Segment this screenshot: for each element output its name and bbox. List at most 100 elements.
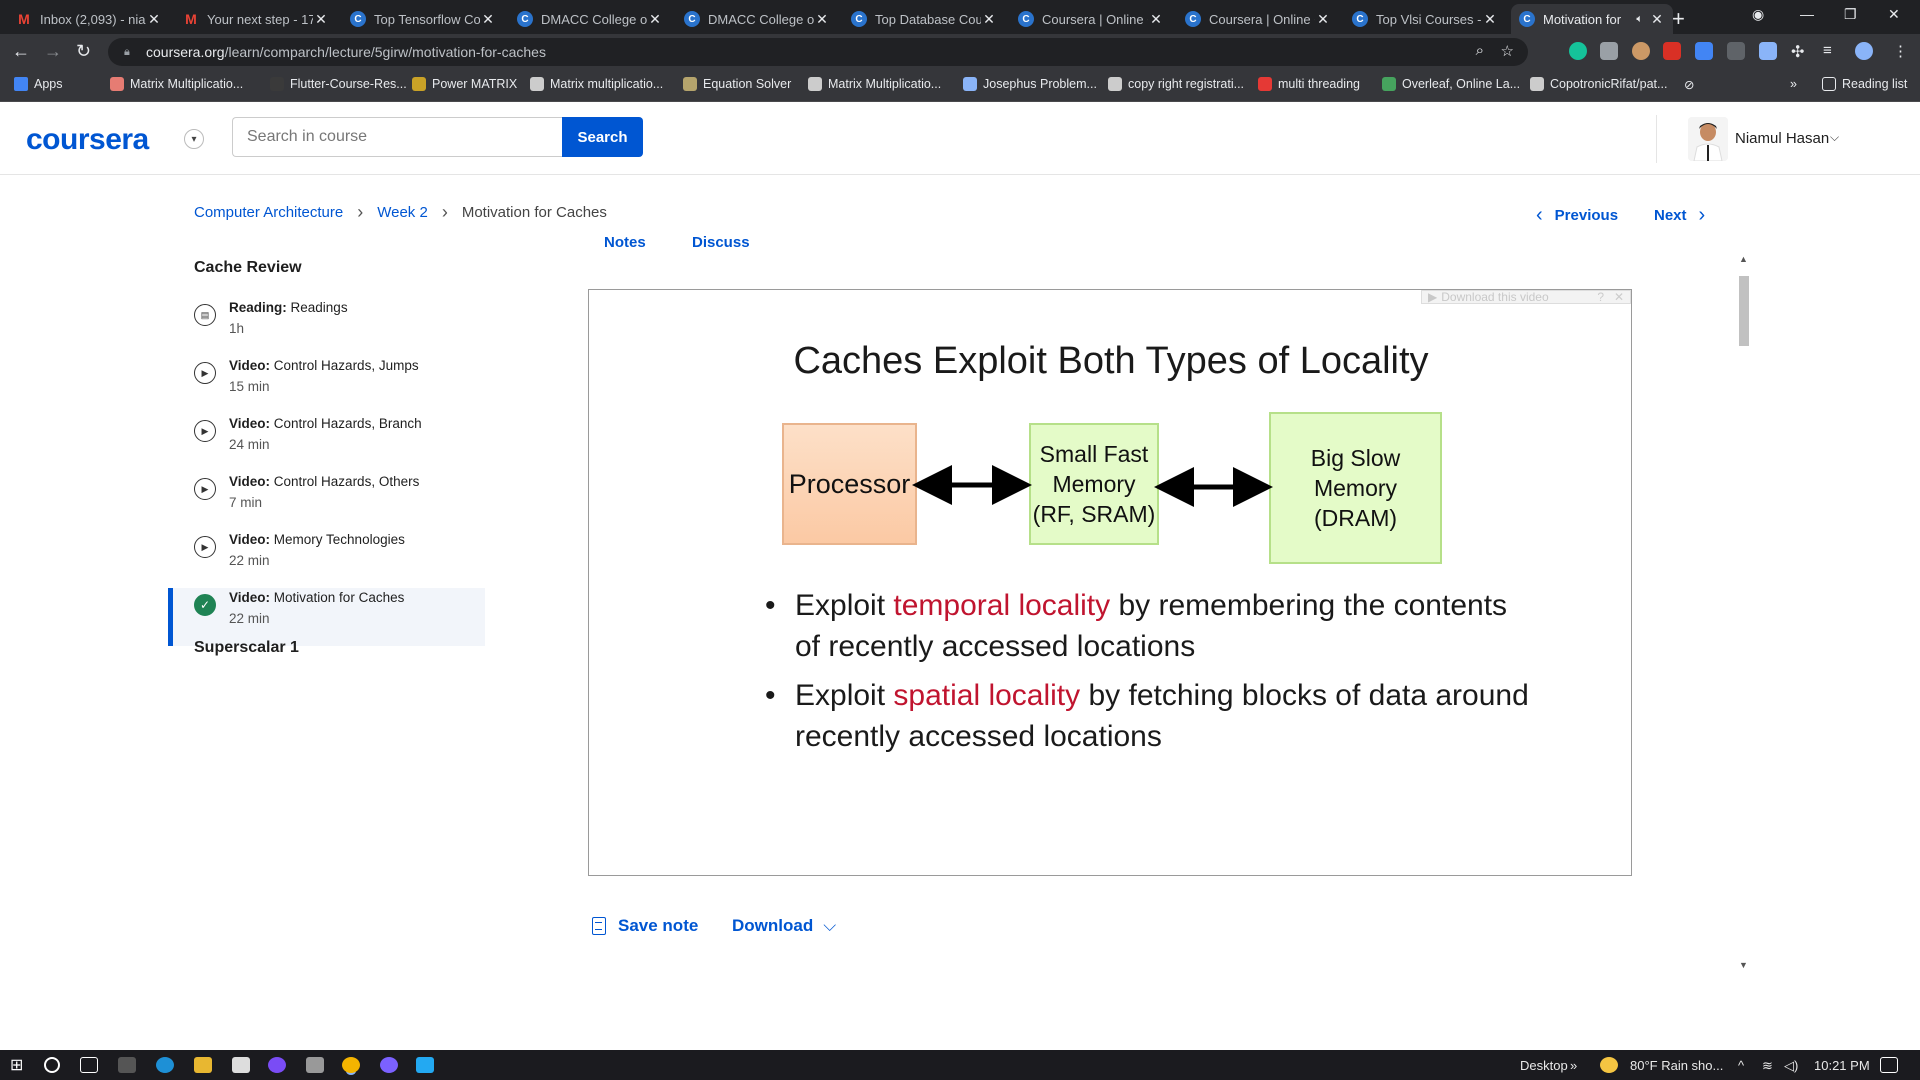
search-button[interactable]: Search	[562, 117, 643, 157]
app-icon[interactable]	[306, 1057, 324, 1073]
wifi-icon[interactable]: ≋	[1762, 1058, 1773, 1074]
download-extension-icon[interactable]	[1695, 42, 1713, 60]
extension-icon[interactable]	[1663, 42, 1681, 60]
course-search-input[interactable]	[232, 117, 562, 157]
close-tab-icon[interactable]: ✕	[1649, 11, 1665, 28]
mail-icon[interactable]	[232, 1057, 250, 1073]
sidebar-item[interactable]: ▤ Reading: Readings 1h	[168, 298, 485, 356]
profile-avatar-icon[interactable]	[1855, 42, 1873, 60]
task-view-icon[interactable]	[80, 1057, 98, 1073]
desktop-toolbar-label[interactable]: Desktop	[1520, 1058, 1568, 1073]
reload-icon[interactable]: ↻	[76, 41, 91, 62]
more-bookmarks-icon[interactable]: »	[1790, 77, 1797, 91]
bookmark-globe-icon[interactable]: ⊘	[1684, 77, 1694, 92]
bookmark-item[interactable]: Power MATRIX	[412, 77, 517, 91]
scrollbar-thumb[interactable]	[1739, 276, 1749, 346]
reading-list-button[interactable]: Reading list	[1822, 77, 1907, 91]
forward-icon[interactable]: →	[44, 41, 62, 62]
search-icon[interactable]	[44, 1057, 60, 1073]
notifications-icon[interactable]	[1880, 1057, 1898, 1073]
windows-start-icon[interactable]: ⊞	[10, 1055, 28, 1074]
avatar[interactable]	[1688, 117, 1728, 161]
chrome-icon[interactable]	[342, 1057, 360, 1073]
bookmark-item[interactable]: Apps	[14, 77, 63, 91]
back-icon[interactable]: ←	[12, 41, 30, 62]
bookmark-item[interactable]: Matrix multiplicatio...	[530, 77, 663, 91]
sidebar-item[interactable]: ▶ Video: Control Hazards, Branch 24 min	[168, 414, 485, 472]
browser-tab[interactable]: C Top Vlsi Courses - L ✕	[1344, 4, 1506, 34]
bookmark-item[interactable]: CopotronicRifat/pat...	[1530, 77, 1667, 91]
file-explorer-icon[interactable]	[194, 1057, 212, 1073]
puzzle-extensions-icon[interactable]: ✣	[1791, 42, 1809, 61]
bookmark-item[interactable]: copy right registrati...	[1108, 77, 1244, 91]
close-tab-icon[interactable]: ✕	[1482, 11, 1498, 28]
bookmark-item[interactable]: Overleaf, Online La...	[1382, 77, 1520, 91]
grammarly-extension-icon[interactable]	[1569, 42, 1587, 60]
restore-icon[interactable]: ❐	[1844, 6, 1857, 23]
audio-icon[interactable]: 🔈︎	[1636, 13, 1643, 26]
bookmark-item[interactable]: Flutter-Course-Res...	[270, 77, 407, 91]
scroll-down-icon[interactable]: ▼	[1739, 960, 1748, 970]
user-name[interactable]: Niamul Hasan	[1735, 130, 1829, 147]
terminal-icon[interactable]	[118, 1057, 136, 1073]
zoom-icon[interactable]: ⌕	[1476, 42, 1484, 59]
minimize-icon[interactable]: —	[1800, 6, 1814, 22]
browser-tab[interactable]: C Top Tensorflow Co ✕	[342, 4, 504, 34]
close-tab-icon[interactable]: ✕	[313, 11, 329, 28]
tab-notes[interactable]: Notes	[604, 236, 646, 251]
extension-icon[interactable]	[1727, 42, 1745, 60]
download-button[interactable]: Download ⌵	[732, 916, 836, 936]
browser-tab[interactable]: C Coursera | Online C ✕	[1177, 4, 1339, 34]
sidebar-section-title[interactable]: Cache Review	[194, 259, 302, 277]
chevron-icon[interactable]: »	[1570, 1058, 1577, 1073]
browser-tab[interactable]: C Top Database Cour ✕	[843, 4, 1005, 34]
breadcrumb-week-link[interactable]: Week 2	[377, 204, 428, 221]
tray-chevron-icon[interactable]: ^	[1738, 1058, 1744, 1073]
close-tab-icon[interactable]: ✕	[146, 11, 162, 28]
edge-icon[interactable]	[156, 1057, 174, 1073]
close-tab-icon[interactable]: ✕	[480, 11, 496, 28]
close-tab-icon[interactable]: ✕	[647, 11, 663, 28]
close-tab-icon[interactable]: ✕	[1315, 11, 1331, 28]
media-queue-icon[interactable]: ≡	[1823, 42, 1841, 60]
app-icon[interactable]	[380, 1057, 398, 1073]
chevron-down-icon[interactable]: ▾	[184, 129, 204, 149]
new-tab-button[interactable]: +	[1672, 6, 1685, 32]
pen-extension-icon[interactable]	[1759, 42, 1777, 60]
close-tab-icon[interactable]: ✕	[814, 11, 830, 28]
browser-tab[interactable]: C DMACC College or ✕	[509, 4, 671, 34]
coursera-logo[interactable]: coursera	[26, 123, 149, 157]
bookmark-item[interactable]: Matrix Multiplicatio...	[110, 77, 243, 91]
weather-text[interactable]: 80°F Rain sho...	[1630, 1058, 1723, 1073]
close-tab-icon[interactable]: ✕	[1148, 11, 1164, 28]
previous-button[interactable]: ‹ Previous	[1536, 204, 1618, 227]
address-bar[interactable]: 🔒︎ coursera.org/learn/comparch/lecture/5…	[108, 38, 1528, 66]
next-button[interactable]: Next ›	[1654, 204, 1705, 227]
browser-tab[interactable]: C Coursera | Online C ✕	[1010, 4, 1172, 34]
chevron-down-icon[interactable]: ⌵	[1830, 130, 1839, 145]
scroll-up-icon[interactable]: ▲	[1739, 254, 1748, 264]
sidebar-next-section[interactable]: Superscalar 1	[194, 639, 299, 657]
extension-icon[interactable]	[1632, 42, 1650, 60]
close-window-icon[interactable]: ✕	[1888, 6, 1900, 23]
volume-icon[interactable]: ◁)	[1784, 1058, 1798, 1074]
save-note-button[interactable]: Save note	[592, 916, 698, 936]
tab-discuss[interactable]: Discuss	[692, 236, 750, 251]
browser-tab[interactable]: C DMACC College or ✕	[676, 4, 838, 34]
bookmark-item[interactable]: Josephus Problem...	[963, 77, 1097, 91]
sidebar-item[interactable]: ▶ Video: Control Hazards, Jumps 15 min	[168, 356, 485, 414]
tab-search-icon[interactable]: ◉	[1752, 6, 1764, 23]
browser-menu-icon[interactable]: ⋮	[1893, 42, 1911, 60]
sidebar-item[interactable]: ▶ Video: Control Hazards, Others 7 min	[168, 472, 485, 530]
browser-tab[interactable]: M Inbox (2,093) - nian ✕	[8, 4, 170, 34]
bookmark-item[interactable]: multi threading	[1258, 77, 1360, 91]
video-player[interactable]: ▶ Download this video ? ✕ Caches Exploit…	[588, 289, 1632, 876]
vscode-icon[interactable]	[416, 1057, 434, 1073]
bookmark-item[interactable]: Matrix Multiplicatio...	[808, 77, 941, 91]
clock[interactable]: 10:21 PM	[1814, 1058, 1870, 1073]
browser-tab[interactable]: M Your next step - 17 ✕	[175, 4, 337, 34]
close-tab-icon[interactable]: ✕	[981, 11, 997, 28]
sidebar-item[interactable]: ✓ Video: Motivation for Caches 22 min	[168, 588, 485, 646]
breadcrumb-course-link[interactable]: Computer Architecture	[194, 204, 343, 221]
bookmark-star-icon[interactable]: ☆	[1501, 42, 1514, 60]
